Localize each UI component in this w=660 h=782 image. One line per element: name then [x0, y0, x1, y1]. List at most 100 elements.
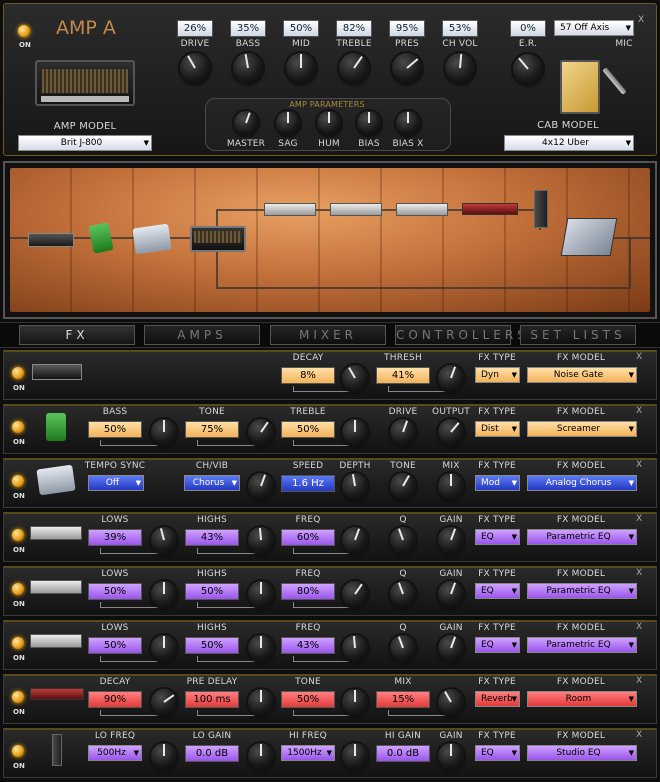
stage-mixer-icon[interactable]: [560, 218, 618, 256]
amp-model-select[interactable]: Brit J-800: [18, 135, 152, 151]
mic-position-select[interactable]: 57 Off Axis: [554, 20, 634, 36]
amp-param-bias-x-knob[interactable]: [396, 111, 420, 135]
stage-rack-eq-1-icon[interactable]: [264, 203, 316, 216]
fx-row-3-power-button[interactable]: [12, 475, 24, 487]
fx-row-5-close-button[interactable]: X: [636, 568, 642, 578]
fx-row-8-hifreq-knob[interactable]: [342, 743, 368, 769]
fx-row-2-power-button[interactable]: [12, 421, 24, 433]
fx-row-6-control-2-display[interactable]: 50%: [185, 637, 239, 654]
fx-row-4-plain-2-knob[interactable]: [438, 527, 464, 553]
tab-amps[interactable]: AMPS: [144, 325, 260, 345]
fx-row-4-power-button[interactable]: [12, 529, 24, 541]
fx-row-5-knob-1[interactable]: [151, 581, 177, 607]
amp-close-button[interactable]: X: [638, 15, 644, 25]
stage-reverb-unit-icon[interactable]: [462, 203, 518, 215]
fx-row-2-plain-2-knob[interactable]: [438, 419, 464, 445]
fx-row-5-rack-eq-icon[interactable]: [30, 580, 82, 594]
stage-amp-head-icon[interactable]: [190, 226, 246, 252]
fx-row-6-control-1-display[interactable]: 50%: [88, 637, 142, 654]
fx-row-4-fx-type-select[interactable]: EQ: [475, 529, 520, 545]
amp-pres-knob[interactable]: [392, 53, 422, 83]
fx-row-3-close-button[interactable]: X: [636, 460, 642, 470]
fx-row-3-fx-model-select[interactable]: Analog Chorus: [527, 475, 637, 491]
fx-row-2-green-pedal-icon[interactable]: [46, 413, 66, 441]
amp-mid-knob[interactable]: [286, 53, 316, 83]
fx-row-5-plain-1-knob[interactable]: [390, 581, 416, 607]
fx-row-3-tempo-sync-select[interactable]: Off: [88, 475, 144, 491]
fx-row-6-fx-model-select[interactable]: Parametric EQ: [527, 637, 637, 653]
stage-studio-eq-icon[interactable]: [534, 190, 548, 228]
fx-row-4-plain-1-knob[interactable]: [390, 527, 416, 553]
fx-row-7-control-2-display[interactable]: 100 ms: [185, 691, 239, 708]
fx-row-2-control-1-display[interactable]: 50%: [88, 421, 142, 438]
fx-row-2-knob-2[interactable]: [248, 419, 274, 445]
amp-param-bias-knob[interactable]: [357, 111, 381, 135]
fx-row-6-knob-1[interactable]: [151, 635, 177, 661]
fx-row-4-control-1-display[interactable]: 39%: [88, 529, 142, 546]
amp-param-sag-knob[interactable]: [276, 111, 300, 135]
fx-row-6-rack-eq-icon[interactable]: [30, 634, 82, 648]
amp-treble-display[interactable]: 82%: [336, 20, 372, 37]
fx-row-1-power-button[interactable]: [12, 367, 24, 379]
amp-bass-knob[interactable]: [233, 53, 263, 83]
stage-rack-eq-2-icon[interactable]: [330, 203, 382, 216]
stage-noise-gate-icon[interactable]: [28, 233, 74, 247]
fx-row-6-knob-2[interactable]: [248, 635, 274, 661]
tab-fx[interactable]: FX: [19, 325, 135, 345]
fx-row-6-fx-type-select[interactable]: EQ: [475, 637, 520, 653]
fx-row-6-knob-3[interactable]: [342, 635, 368, 661]
fx-row-2-control-3-display[interactable]: 50%: [281, 421, 335, 438]
amp-drive-knob[interactable]: [180, 53, 210, 83]
fx-row-5-knob-2[interactable]: [248, 581, 274, 607]
fx-row-8-fx-type-select[interactable]: EQ: [475, 745, 520, 761]
fx-row-5-plain-2-knob[interactable]: [438, 581, 464, 607]
fx-row-2-close-button[interactable]: X: [636, 406, 642, 416]
fx-row-1-noise-gate-icon[interactable]: [32, 364, 82, 380]
amp-power-button[interactable]: [18, 25, 30, 37]
fx-row-5-control-2-display[interactable]: 50%: [185, 583, 239, 600]
fx-row-4-control-3-display[interactable]: 60%: [281, 529, 335, 546]
fx-row-7-knob-4[interactable]: [438, 689, 464, 715]
fx-row-8-studio-eq-icon[interactable]: [52, 734, 62, 766]
fx-row-8-logain-knob[interactable]: [248, 743, 274, 769]
fx-row-4-control-2-display[interactable]: 43%: [185, 529, 239, 546]
fx-row-6-control-3-display[interactable]: 43%: [281, 637, 335, 654]
fx-row-4-close-button[interactable]: X: [636, 514, 642, 524]
fx-row-7-control-4-display[interactable]: 15%: [376, 691, 430, 708]
amp-pres-display[interactable]: 95%: [389, 20, 425, 37]
fx-row-5-power-button[interactable]: [12, 583, 24, 595]
fx-row-4-knob-2[interactable]: [248, 527, 274, 553]
fx-row-3-chvib-select[interactable]: Chorus: [184, 475, 240, 491]
tab-mixer[interactable]: MIXER: [270, 325, 386, 345]
fx-row-4-rack-eq-icon[interactable]: [30, 526, 82, 540]
tab-controllers[interactable]: CONTROLLERS: [395, 325, 525, 345]
fx-row-5-fx-model-select[interactable]: Parametric EQ: [527, 583, 637, 599]
fx-row-1-close-button[interactable]: X: [636, 352, 642, 362]
fx-row-8-close-button[interactable]: X: [636, 730, 642, 740]
amp-drive-display[interactable]: 26%: [177, 20, 213, 37]
cab-model-select[interactable]: 4x12 Uber: [504, 135, 634, 151]
fx-row-6-close-button[interactable]: X: [636, 622, 642, 632]
fx-row-2-plain-1-knob[interactable]: [390, 419, 416, 445]
fx-row-7-power-button[interactable]: [12, 691, 24, 703]
tab-set-lists[interactable]: SET LISTS: [520, 325, 636, 345]
fx-row-8-lofreq-knob[interactable]: [151, 743, 177, 769]
fx-row-8-power-button[interactable]: [12, 745, 24, 757]
fx-row-7-reverb-unit-icon[interactable]: [30, 688, 84, 700]
fx-row-7-knob-1[interactable]: [151, 689, 177, 715]
fx-row-3-mix-knob[interactable]: [438, 473, 464, 499]
fx-row-5-fx-type-select[interactable]: EQ: [475, 583, 520, 599]
fx-row-6-plain-1-knob[interactable]: [390, 635, 416, 661]
fx-row-7-control-3-display[interactable]: 50%: [281, 691, 335, 708]
fx-row-6-power-button[interactable]: [12, 637, 24, 649]
fx-row-3-speed-display[interactable]: 1.6 Hz: [281, 475, 335, 492]
er-display[interactable]: 0%: [510, 20, 546, 37]
fx-row-7-close-button[interactable]: X: [636, 676, 642, 686]
fx-row-3-chorus-pedal-icon[interactable]: [36, 464, 76, 496]
fx-row-8-lofreq-select[interactable]: 500Hz: [88, 745, 142, 761]
fx-row-2-knob-1[interactable]: [151, 419, 177, 445]
fx-row-4-knob-3[interactable]: [342, 527, 368, 553]
fx-row-7-knob-3[interactable]: [342, 689, 368, 715]
fx-row-2-fx-model-select[interactable]: Screamer: [527, 421, 637, 437]
fx-row-2-fx-type-select[interactable]: Dist: [475, 421, 520, 437]
